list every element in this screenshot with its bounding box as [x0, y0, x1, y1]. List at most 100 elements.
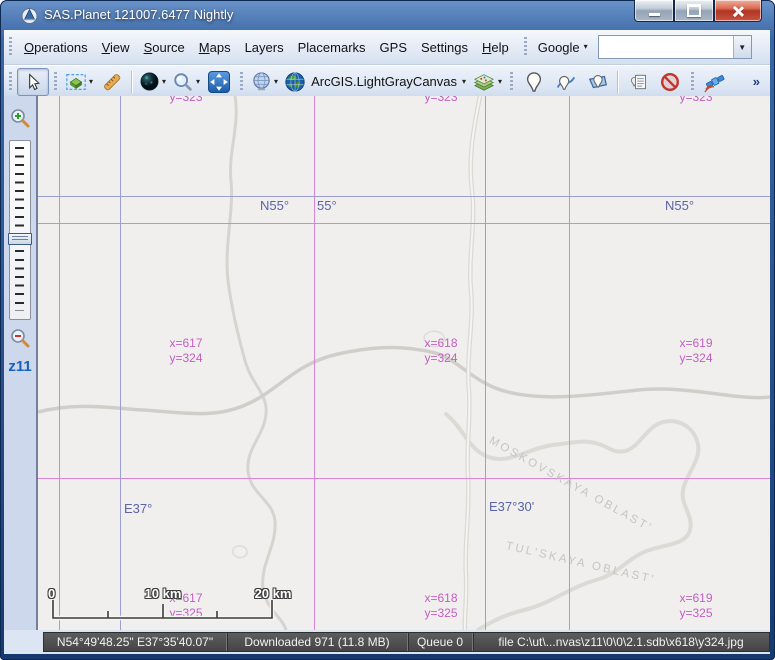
search-input[interactable] — [599, 36, 733, 58]
searchbar-grip[interactable] — [524, 37, 527, 57]
graticule-label: E37°30' — [489, 499, 534, 514]
layers-button[interactable]: ▾ — [469, 68, 505, 96]
toolbar-grip[interactable] — [9, 72, 12, 92]
graticule-line — [120, 96, 121, 630]
zoom-sidebar: z11 — [4, 96, 38, 654]
menu-settings[interactable]: Settings — [414, 36, 475, 59]
toolbar-grip[interactable] — [54, 72, 57, 92]
night-globe-button[interactable]: ▾ — [136, 68, 169, 96]
chevron-down-icon: ▾ — [462, 77, 466, 86]
toolbar: ▾ ▾ — [4, 65, 770, 97]
toolbar-separator — [617, 71, 619, 93]
ruler-icon — [101, 71, 123, 93]
google-search-menu[interactable]: Google ▾ — [532, 36, 594, 59]
menu-source[interactable]: Source — [137, 36, 192, 59]
toolbar-overflow-chevron[interactable]: » — [753, 74, 760, 89]
google-label: Google — [538, 40, 580, 55]
map-view[interactable]: y=323 y=323 y=323 x=617y=324 x=618y=324 … — [38, 96, 770, 630]
settlement-outline — [233, 546, 248, 558]
layers-icon — [472, 71, 496, 93]
gps-button[interactable] — [699, 68, 731, 96]
add-placemark-button[interactable] — [518, 68, 550, 96]
menubar-items: OperationsViewSourceMapsLayersPlacemarks… — [17, 36, 516, 59]
chevron-down-icon: ▼ — [738, 43, 746, 52]
add-polygon-button[interactable] — [582, 68, 614, 96]
zoom-out-button[interactable] — [8, 326, 32, 350]
active-map-button[interactable]: ArcGIS.LightGrayCanvas ▾ — [281, 68, 469, 96]
zoom-in-button[interactable] — [8, 106, 32, 130]
magnifier-icon — [172, 71, 194, 93]
titlebar[interactable]: SAS.Planet 121007.6477 Nightly — [0, 0, 775, 30]
gps-satellite-icon — [703, 71, 727, 93]
zoom-level-label: z11 — [4, 358, 36, 375]
menu-help[interactable]: Help — [475, 36, 516, 59]
window-title: SAS.Planet 121007.6477 Nightly — [44, 7, 233, 22]
fullscreen-icon — [207, 70, 231, 94]
chevron-down-icon: ▾ — [89, 77, 93, 86]
polygon-pin-icon — [587, 71, 609, 93]
tile-grid-line — [38, 478, 770, 479]
scale-end: 20 km — [249, 586, 297, 601]
graticule-label: N55° — [665, 198, 694, 213]
status-queue: Queue 0 — [408, 633, 473, 651]
app-icon — [21, 7, 38, 24]
pan-cursor-button[interactable] — [17, 68, 49, 96]
scale-bar: 0 10 km 20 km — [46, 586, 346, 626]
tile-grid-line — [38, 223, 770, 224]
menu-maps[interactable]: Maps — [192, 36, 238, 59]
menu-layers[interactable]: Layers — [238, 36, 291, 59]
zoom-tool-button[interactable]: ▾ — [169, 68, 203, 96]
tile-grid-line — [314, 96, 315, 630]
tile-label: x=617y=324 — [141, 336, 231, 366]
tile-grid-line — [569, 96, 570, 630]
minimize-icon — [649, 13, 660, 16]
globe-icon — [251, 71, 272, 92]
status-coordinates: N54°49'48.25" E37°35'40.07" — [44, 633, 227, 651]
toolbar-grip[interactable] — [510, 72, 513, 92]
scale-middle: 10 km — [139, 586, 187, 601]
graticule-label: 55° — [317, 198, 337, 213]
tile-label: x=619y=324 — [651, 336, 741, 366]
hide-marks-button[interactable] — [654, 68, 686, 96]
status-bar: N54°49'48.25" E37°35'40.07" Downloaded 9… — [43, 632, 770, 652]
dark-globe-icon — [139, 71, 160, 92]
graticule-line — [38, 196, 770, 197]
tile-label: y=323 — [396, 96, 486, 105]
client-area: OperationsViewSourceMapsLayersPlacemarks… — [4, 30, 770, 654]
block-icon — [659, 71, 681, 93]
tile-label: x=619y=325 — [651, 591, 741, 621]
graticule-label: E37° — [124, 501, 152, 516]
selection-manager-button[interactable]: ▾ — [62, 68, 96, 96]
bottom-bar: N54°49'48.25" E37°35'40.07" Downloaded 9… — [4, 630, 770, 654]
tile-grid-line — [59, 96, 60, 630]
zoom-slider-thumb[interactable] — [8, 233, 32, 245]
close-button[interactable] — [714, 0, 762, 22]
placemark-manager-button[interactable] — [622, 68, 654, 96]
menu-gps[interactable]: GPS — [373, 36, 414, 59]
search-combobox[interactable]: ▼ — [598, 35, 752, 59]
menu-operations[interactable]: Operations — [17, 36, 95, 59]
arcgis-globe-icon — [284, 71, 306, 93]
menu-view[interactable]: View — [95, 36, 137, 59]
combo-dropdown-button[interactable]: ▼ — [733, 36, 751, 58]
zoom-slider[interactable] — [9, 140, 31, 320]
minimize-button[interactable] — [634, 0, 674, 22]
status-tile-file: file C:\ut\...nvas\z11\0\0\2.1.sdb\x618\… — [473, 633, 769, 651]
toolbar-grip[interactable] — [240, 72, 243, 92]
fullscreen-button[interactable] — [203, 68, 235, 96]
menubar-grip[interactable] — [9, 37, 12, 57]
tile-label: y=323 — [141, 96, 231, 105]
scale-start: 0 — [48, 586, 55, 601]
menu-placemarks[interactable]: Placemarks — [291, 36, 373, 59]
measure-distance-button[interactable] — [96, 68, 128, 96]
maximize-icon — [687, 4, 701, 17]
close-icon — [732, 5, 744, 17]
maximize-button[interactable] — [674, 0, 714, 22]
add-path-button[interactable] — [550, 68, 582, 96]
tile-label: x=618y=324 — [396, 336, 486, 366]
map-source-globe-button[interactable]: ▾ — [248, 68, 281, 96]
toolbar-grip[interactable] — [691, 72, 694, 92]
menubar: OperationsViewSourceMapsLayersPlacemarks… — [4, 30, 770, 65]
zoom-slider-ticks — [15, 147, 24, 311]
chevron-down-icon: ▾ — [274, 77, 278, 86]
